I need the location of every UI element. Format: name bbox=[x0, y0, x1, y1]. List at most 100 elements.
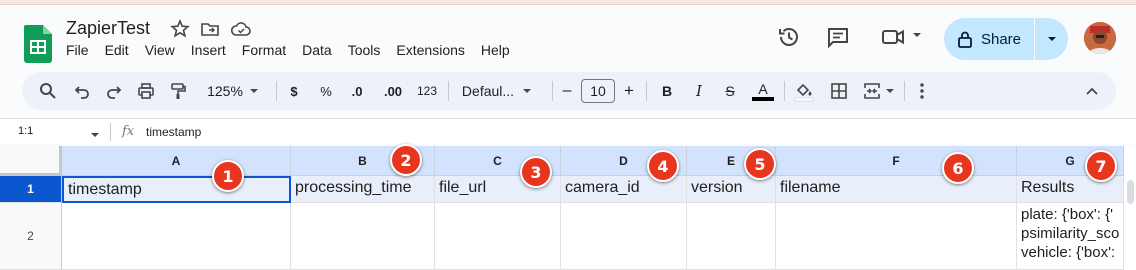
row-header-1[interactable]: 1 bbox=[0, 176, 62, 203]
menu-edit[interactable]: Edit bbox=[105, 42, 137, 58]
merge-dropdown-icon[interactable] bbox=[884, 72, 896, 110]
scrollbar-thumb[interactable] bbox=[1127, 180, 1134, 204]
search-menus-icon[interactable] bbox=[36, 72, 60, 110]
column-header-a[interactable]: A bbox=[62, 146, 291, 176]
chevron-down-icon bbox=[1047, 37, 1056, 41]
collapse-menus-icon[interactable] bbox=[1080, 72, 1104, 110]
comments-icon[interactable] bbox=[825, 24, 851, 50]
menu-file[interactable]: File bbox=[66, 42, 97, 58]
font-family-select[interactable]: Defaul... bbox=[456, 72, 538, 110]
zoom-dropdown-icon bbox=[249, 89, 258, 93]
text-color-button[interactable]: A bbox=[751, 72, 775, 110]
annotation-badge-4: 4 bbox=[647, 150, 679, 182]
cell-a2[interactable] bbox=[62, 203, 291, 270]
column-header-f[interactable]: F bbox=[776, 146, 1017, 176]
toolbar-divider bbox=[552, 81, 553, 101]
lock-icon bbox=[958, 31, 972, 48]
formula-bar: 1:1 fx timestamp bbox=[0, 118, 1136, 144]
formatting-toolbar: 125% $ % .0 .00 123 Defaul... – 10 + B I… bbox=[22, 72, 1116, 110]
share-dropdown-button[interactable] bbox=[1035, 33, 1068, 45]
decrease-decimal-button[interactable]: .0 bbox=[344, 72, 370, 110]
format-percent-button[interactable]: % bbox=[316, 72, 336, 110]
annotation-badge-6: 6 bbox=[942, 152, 974, 184]
toolbar-divider bbox=[904, 81, 905, 101]
font-size-input[interactable]: 10 bbox=[581, 79, 615, 103]
borders-icon[interactable] bbox=[827, 72, 851, 110]
cell-b2[interactable] bbox=[291, 203, 435, 270]
share-label: Share bbox=[980, 30, 1022, 48]
menu-format[interactable]: Format bbox=[242, 42, 294, 58]
decrease-font-size-button[interactable]: – bbox=[558, 72, 576, 110]
move-folder-icon[interactable] bbox=[198, 17, 222, 41]
formula-divider bbox=[110, 123, 111, 141]
cell-f1[interactable]: filename bbox=[776, 176, 1017, 203]
share-button-group: Share bbox=[944, 18, 1068, 60]
cell-d2[interactable] bbox=[561, 203, 687, 270]
cell-a1[interactable]: timestamp bbox=[62, 176, 291, 203]
menu-help[interactable]: Help bbox=[481, 42, 518, 58]
bold-button[interactable]: B bbox=[658, 72, 676, 110]
row-header-2[interactable]: 2 bbox=[0, 203, 62, 270]
toolbar-divider bbox=[784, 81, 785, 101]
more-options-icon[interactable] bbox=[912, 72, 932, 110]
italic-button[interactable]: I bbox=[690, 72, 708, 110]
name-box-dropdown-icon[interactable] bbox=[90, 127, 100, 145]
annotation-badge-2: 2 bbox=[390, 144, 422, 176]
text-color-swatch bbox=[752, 96, 774, 101]
menu-bar: File Edit View Insert Format Data Tools … bbox=[66, 42, 526, 58]
paint-format-icon[interactable] bbox=[166, 72, 190, 110]
font-size-field-wrap: 10 bbox=[581, 72, 615, 110]
fill-color-icon[interactable] bbox=[792, 72, 816, 110]
title-bar: ZapierTest File Edit View Insert Format … bbox=[0, 5, 1136, 71]
redo-icon[interactable] bbox=[102, 72, 126, 110]
annotation-badge-3: 3 bbox=[520, 156, 552, 188]
increase-decimal-label: .00 bbox=[383, 83, 403, 99]
menu-data[interactable]: Data bbox=[302, 42, 340, 58]
fx-icon: fx bbox=[122, 124, 135, 139]
toolbar-divider bbox=[646, 81, 647, 101]
font-dropdown-icon bbox=[523, 89, 532, 93]
spreadsheet-grid: A B C D E F G 1 2 timestamp processing_t… bbox=[0, 144, 1136, 270]
name-box[interactable]: 1:1 bbox=[18, 125, 33, 137]
sheets-logo-icon[interactable] bbox=[24, 25, 52, 63]
increase-font-size-button[interactable]: + bbox=[620, 72, 638, 110]
select-all-corner[interactable] bbox=[0, 146, 62, 176]
toolbar-divider bbox=[448, 81, 449, 101]
menu-insert[interactable]: Insert bbox=[191, 42, 234, 58]
share-button[interactable]: Share bbox=[944, 18, 1034, 60]
undo-icon[interactable] bbox=[70, 72, 94, 110]
cell-e1[interactable]: version bbox=[687, 176, 776, 203]
menu-extensions[interactable]: Extensions bbox=[396, 42, 472, 58]
menu-tools[interactable]: Tools bbox=[348, 42, 389, 58]
merge-cells-icon[interactable] bbox=[860, 72, 884, 110]
document-title[interactable]: ZapierTest bbox=[66, 18, 150, 39]
font-family-value: Defaul... bbox=[461, 83, 515, 99]
annotation-badge-5: 5 bbox=[744, 148, 776, 180]
annotation-badge-7: 7 bbox=[1085, 150, 1117, 182]
cell-f2[interactable] bbox=[776, 203, 1017, 270]
zoom-select[interactable]: 125% bbox=[198, 72, 268, 110]
version-history-icon[interactable] bbox=[776, 24, 802, 50]
format-currency-button[interactable]: $ bbox=[284, 72, 304, 110]
print-icon[interactable] bbox=[134, 72, 158, 110]
meet-dropdown-icon[interactable] bbox=[910, 28, 924, 42]
menu-view[interactable]: View bbox=[145, 42, 183, 58]
cell-b1[interactable]: processing_time bbox=[291, 176, 435, 203]
cell-g2-line-2: psimilarity_sco bbox=[1021, 225, 1120, 242]
cell-g2-line-1: plate: {'box': {' bbox=[1021, 206, 1113, 223]
formula-input[interactable]: timestamp bbox=[146, 125, 201, 139]
more-formats-button[interactable]: 123 bbox=[412, 72, 442, 110]
annotation-badge-1: 1 bbox=[212, 160, 244, 192]
cell-c2[interactable] bbox=[435, 203, 561, 270]
avatar[interactable] bbox=[1084, 22, 1116, 54]
toolbar-divider bbox=[276, 81, 277, 101]
cell-g2-line-3: vehicle: {'box': bbox=[1021, 244, 1116, 261]
meet-video-icon[interactable] bbox=[880, 24, 906, 50]
increase-decimal-button[interactable]: .00 bbox=[378, 72, 408, 110]
strikethrough-button[interactable]: S bbox=[721, 72, 739, 110]
star-icon[interactable] bbox=[168, 17, 192, 41]
cloud-saved-icon[interactable] bbox=[229, 17, 253, 41]
vertical-scrollbar[interactable] bbox=[1124, 176, 1136, 270]
cell-g2[interactable]: plate: {'box': {' psimilarity_sco vehicl… bbox=[1017, 203, 1124, 270]
cell-e2[interactable] bbox=[687, 203, 776, 270]
